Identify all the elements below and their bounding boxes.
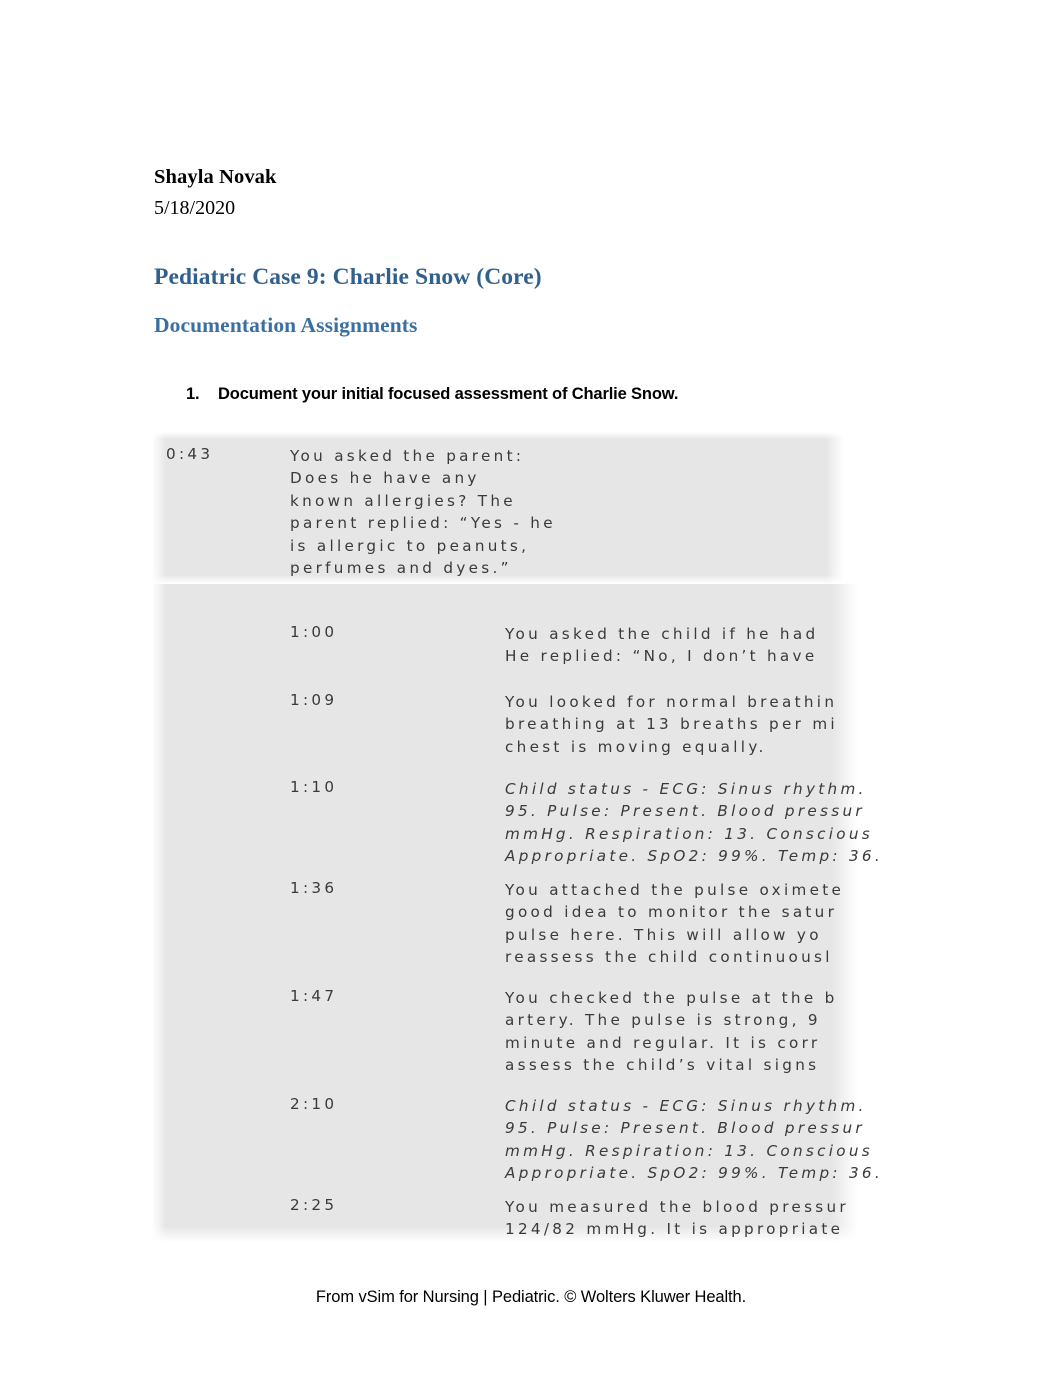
log-entry-time: 1:36 [290,879,338,897]
log-entry-body: You checked the pulse at the b artery. Th… [505,987,838,1077]
log-entry-line: parent replied: “Yes - he [290,514,556,533]
log-entry-time: 1:00 [290,623,338,641]
log-entry-body: You measured the blood pressur 124/82 mmH… [505,1196,849,1241]
log-entry-line: You looked for normal breathin [505,693,838,711]
log-entry-line: Appropriate. SpO2: 99%. Temp: 36. [505,847,884,866]
log-entry-line: 95. Pulse: Present. Blood pressur [505,1119,865,1138]
log-entry-line: perfumes and dyes.” [290,559,512,578]
log-entry: 1:00 You asked the child if he had He repl… [290,623,818,668]
log-entry-body: You attached the pulse oximete good idea … [505,879,844,969]
log-entry-line: good idea to monitor the satur [505,903,838,922]
log-entry: 1:47 You checked the pulse at the b artery… [290,987,838,1077]
document-page: Shayla Novak 5/18/2020 Pediatric Case 9:… [0,0,1062,1377]
log-entry-line: Appropriate. SpO2: 99%. Temp: 36. [505,1164,884,1183]
log-entry-line: 124/82 mmHg. It is appropriate [505,1220,844,1239]
log-entry-line: reassess the child continuousl [505,948,833,967]
log-entry-line: artery. The pulse is strong, 9 [505,1011,821,1030]
log-entry-line: assess the child’s vital signs [505,1056,820,1075]
log-entry-body: You asked the child if he had He replied:… [505,623,818,668]
log-entry: 2:10 Child status - ECG: Sinus rhythm. 95.… [290,1095,883,1185]
log-entry-line: You attached the pulse oximete [505,881,845,899]
log-entry-line: You asked the child if he had [505,625,819,643]
log-entry-body: You looked for normal breathin breathing … [505,691,838,758]
page-footer: From vSim for Nursing | Pediatric. © Wol… [315,1288,747,1306]
log-entry: 1:09 You looked for normal breathin breath… [290,691,838,758]
log-entry-line: known allergies? The [290,491,516,510]
log-entry-line: You asked the parent: [290,447,525,465]
log-entry-line: You measured the blood pressur [505,1198,849,1216]
log-entry-line: You checked the pulse at the b [505,989,838,1007]
log-entry-line: 95. Pulse: Present. Blood pressur [505,802,865,821]
log-entry-line: minute and regular. It is corr [505,1033,821,1052]
log-entry-line: mmHg. Respiration: 13. Conscious [505,824,873,843]
log-entry-line: Does he have any [290,469,480,488]
simulation-log-text: 0:43 You asked the parent: Does he have an… [0,0,1062,1377]
log-entry: 0:43 You asked the parent: Does he have an… [166,445,556,579]
log-entry-body: Child status - ECG: Sinus rhythm. 95. Pul… [505,1095,883,1185]
log-entry-time: 2:25 [290,1196,338,1214]
log-entry-line: chest is moving equally. [505,737,767,756]
log-entry: 1:36 You attached the pulse oximete good i… [290,879,844,969]
log-entry-time: 1:10 [290,778,338,796]
log-entry-time: 2:10 [290,1095,338,1113]
log-entry-body: You asked the parent: Does he have any kno… [290,445,556,579]
log-entry: 2:25 You measured the blood pressur 124/82… [290,1196,849,1241]
log-entry: 1:10 Child status - ECG: Sinus rhythm. 95.… [290,778,883,868]
log-entry-time: 1:47 [290,987,338,1005]
log-entry-line: mmHg. Respiration: 13. Conscious [505,1141,873,1160]
log-entry-line: breathing at 13 breaths per mi [505,715,838,734]
log-entry-body: Child status - ECG: Sinus rhythm. 95. Pul… [505,778,883,868]
log-entry-line: He replied: “No, I don’t have [505,647,818,666]
log-entry-time: 0:43 [166,445,214,463]
log-entry-line: pulse here. This will allow yo [505,925,822,944]
log-entry-line: Child status - ECG: Sinus rhythm. [505,780,867,798]
log-entry-line: Child status - ECG: Sinus rhythm. [505,1097,867,1115]
log-entry-time: 1:09 [290,691,338,709]
log-entry-line: is allergic to peanuts, [290,536,530,555]
